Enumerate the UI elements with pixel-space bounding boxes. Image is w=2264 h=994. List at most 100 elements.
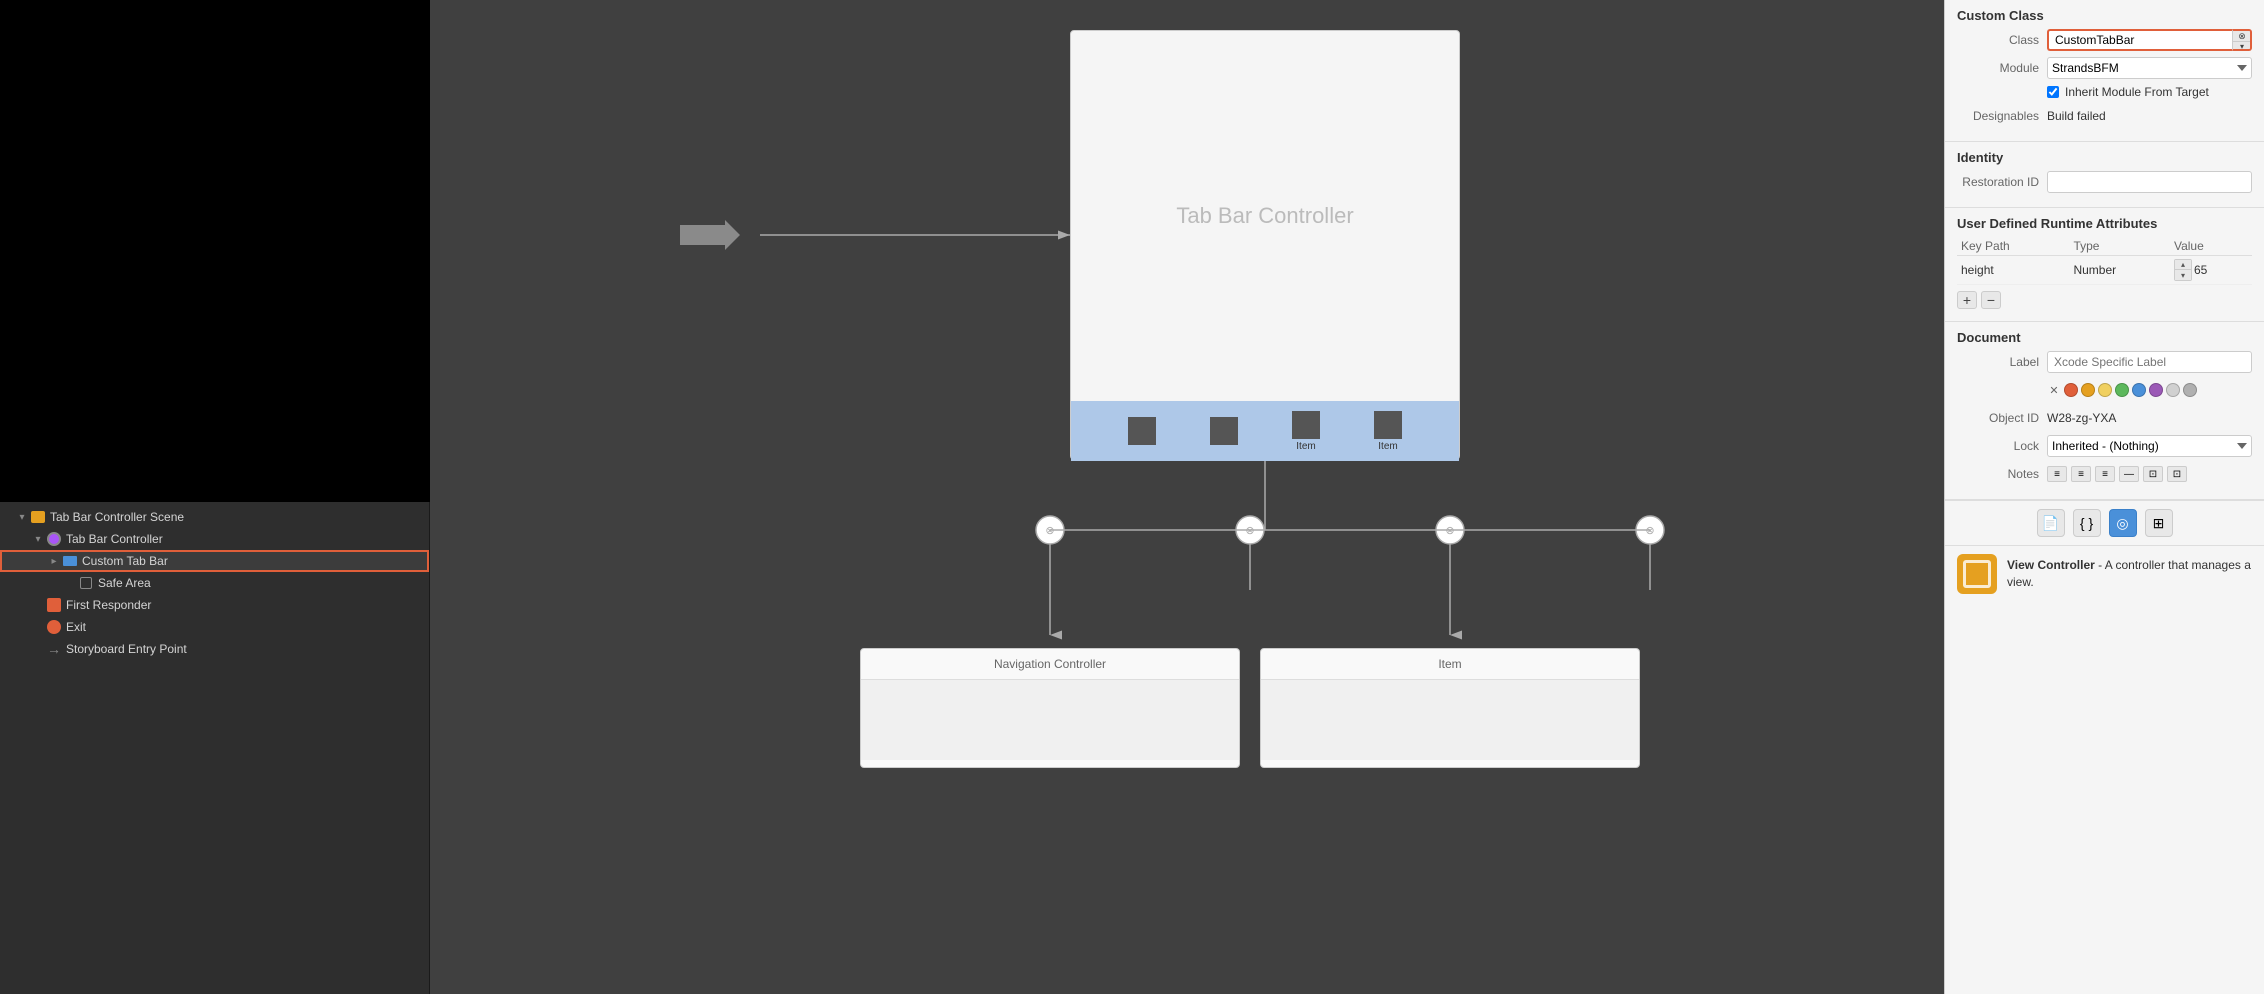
tab-item-1: [1128, 417, 1156, 445]
add-attr-btn[interactable]: +: [1957, 291, 1977, 309]
tree-item-exit[interactable]: Exit: [0, 616, 429, 638]
expand-scene[interactable]: [16, 511, 28, 523]
module-label: Module: [1957, 61, 2047, 75]
notes-align-right[interactable]: ≡: [2095, 466, 2115, 482]
expand-safe: [64, 577, 76, 589]
inspector-layout-btn[interactable]: ⊞: [2145, 509, 2173, 537]
notes-align-center[interactable]: ≡: [2071, 466, 2091, 482]
notes-row: Notes ≡ ≡ ≡ — ⊡ ⊡: [1957, 463, 2252, 485]
tab-bar-area: Item Item: [1071, 401, 1459, 461]
lock-label: Lock: [1957, 439, 2047, 453]
exit-label: Exit: [66, 620, 86, 634]
attr-row-height[interactable]: height Number ▴ ▾ 65: [1957, 256, 2252, 285]
tree-item-tabbar-controller[interactable]: Tab Bar Controller: [0, 528, 429, 550]
class-input[interactable]: [2047, 29, 2232, 51]
lock-row: Lock Inherited - (Nothing): [1957, 435, 2252, 457]
attr-stepper-up[interactable]: ▴: [2175, 260, 2191, 270]
svg-text:⊗: ⊗: [1445, 525, 1454, 537]
tab-item-3: Item: [1292, 411, 1320, 452]
doc-label-row: Label: [1957, 351, 2252, 373]
color-dot-purple[interactable]: [2149, 383, 2163, 397]
module-row: Module StrandsBFM: [1957, 57, 2252, 79]
notes-align-left[interactable]: ≡: [2047, 466, 2067, 482]
designables-value: Build failed: [2047, 109, 2106, 123]
document-section: Document Label ✕: [1945, 322, 2264, 500]
notes-indent-less[interactable]: ⊡: [2143, 466, 2163, 482]
tab-square-4: [1374, 411, 1402, 439]
class-row: Class ⊗ ▾: [1957, 29, 2252, 51]
doc-label-input[interactable]: [2047, 351, 2252, 373]
scene-icon: [30, 509, 46, 525]
custom-class-title: Custom Class: [1957, 8, 2252, 23]
inspector-file-btn[interactable]: 📄: [2037, 509, 2065, 537]
attr-type-height: Number: [2069, 256, 2170, 285]
designables-row: Designables Build failed: [1957, 105, 2252, 127]
module-select[interactable]: StrandsBFM: [2047, 57, 2252, 79]
object-id-row: Object ID W28-zg-YXA: [1957, 407, 2252, 429]
restoration-id-input[interactable]: [2047, 171, 2252, 193]
class-stepper[interactable]: ⊗ ▾: [2232, 29, 2252, 51]
color-dot-gray[interactable]: [2183, 383, 2197, 397]
col-keypath: Key Path: [1957, 237, 2069, 256]
scene-label: Tab Bar Controller Scene: [50, 510, 184, 524]
identity-title: Identity: [1957, 150, 2252, 165]
tree-item-first-responder[interactable]: First Responder: [0, 594, 429, 616]
svg-text:⊗: ⊗: [1245, 525, 1254, 537]
tab-bar-controller-label: Tab Bar Controller: [1071, 31, 1459, 401]
color-dot-blue[interactable]: [2132, 383, 2146, 397]
remove-attr-btn[interactable]: −: [1981, 291, 2001, 309]
notes-indent-more[interactable]: ⊡: [2167, 466, 2187, 482]
item-frame: Item: [1260, 648, 1640, 768]
vc-title: View Controller: [2007, 558, 2095, 572]
inherit-module-checkbox[interactable]: [2047, 86, 2059, 98]
color-dot-red[interactable]: [2064, 383, 2078, 397]
restoration-id-label: Restoration ID: [1957, 175, 2047, 189]
user-defined-title: User Defined Runtime Attributes: [1957, 216, 2252, 231]
svg-text:⊗: ⊗: [1645, 525, 1654, 537]
color-dots-row: ✕: [1957, 379, 2252, 401]
preview-area: [0, 0, 430, 502]
attr-stepper[interactable]: ▴ ▾: [2174, 259, 2192, 281]
tree-item-safe-area[interactable]: Safe Area: [0, 572, 429, 594]
object-id-value: W28-zg-YXA: [2047, 411, 2116, 425]
vc-icon: [1957, 554, 1997, 594]
tabbar-controller-icon: [46, 531, 62, 547]
tree-item-custom-tab-bar[interactable]: Custom Tab Bar: [0, 550, 429, 572]
expand-tabbar[interactable]: [32, 533, 44, 545]
color-dot-yellow[interactable]: [2098, 383, 2112, 397]
vc-info: View Controller - A controller that mana…: [1945, 545, 2264, 602]
class-stepper-up[interactable]: ⊗: [2233, 31, 2251, 42]
color-dot-light-gray[interactable]: [2166, 383, 2180, 397]
expand-exit: [32, 621, 44, 633]
expand-first: [32, 599, 44, 611]
canvas-area[interactable]: ⊗ ⊗ ⊗ ⊗: [430, 0, 1944, 994]
entry-arrow-icon: →: [46, 641, 62, 657]
notes-align-justify[interactable]: —: [2119, 466, 2139, 482]
expand-custom-tab[interactable]: [48, 555, 60, 567]
add-remove-btns: + −: [1957, 291, 2252, 309]
object-id-label: Object ID: [1957, 411, 2047, 425]
lock-select[interactable]: Inherited - (Nothing): [2047, 435, 2252, 457]
tree-item-scene[interactable]: Tab Bar Controller Scene: [0, 506, 429, 528]
inspector-json-btn[interactable]: { }: [2073, 509, 2101, 537]
nav-controller-label: Navigation Controller: [861, 649, 1239, 680]
inspector-target-btn[interactable]: ◎: [2109, 509, 2137, 537]
vc-icon-inner: [1963, 560, 1991, 588]
attr-keypath-height: height: [1957, 256, 2069, 285]
tree-item-storyboard-entry[interactable]: → Storyboard Entry Point: [0, 638, 429, 660]
class-stepper-down[interactable]: ▾: [2233, 42, 2251, 51]
clear-color-btn[interactable]: ✕: [2047, 383, 2061, 397]
exit-icon: [46, 619, 62, 635]
expand-entry: [32, 643, 44, 655]
attr-stepper-down[interactable]: ▾: [2175, 270, 2191, 280]
notes-toolbar: ≡ ≡ ≡ — ⊡ ⊡: [2047, 466, 2187, 482]
tab-item-2: [1210, 417, 1238, 445]
color-dot-green[interactable]: [2115, 383, 2129, 397]
vc-text: View Controller - A controller that mana…: [2007, 557, 2252, 591]
storyboard-entry-label: Storyboard Entry Point: [66, 642, 187, 656]
attr-value-height: ▴ ▾ 65: [2170, 256, 2252, 285]
col-value: Value: [2170, 237, 2252, 256]
color-dot-orange[interactable]: [2081, 383, 2095, 397]
document-title: Document: [1957, 330, 2252, 345]
right-panel: Custom Class Class ⊗ ▾ Module StrandsBFM: [1944, 0, 2264, 994]
